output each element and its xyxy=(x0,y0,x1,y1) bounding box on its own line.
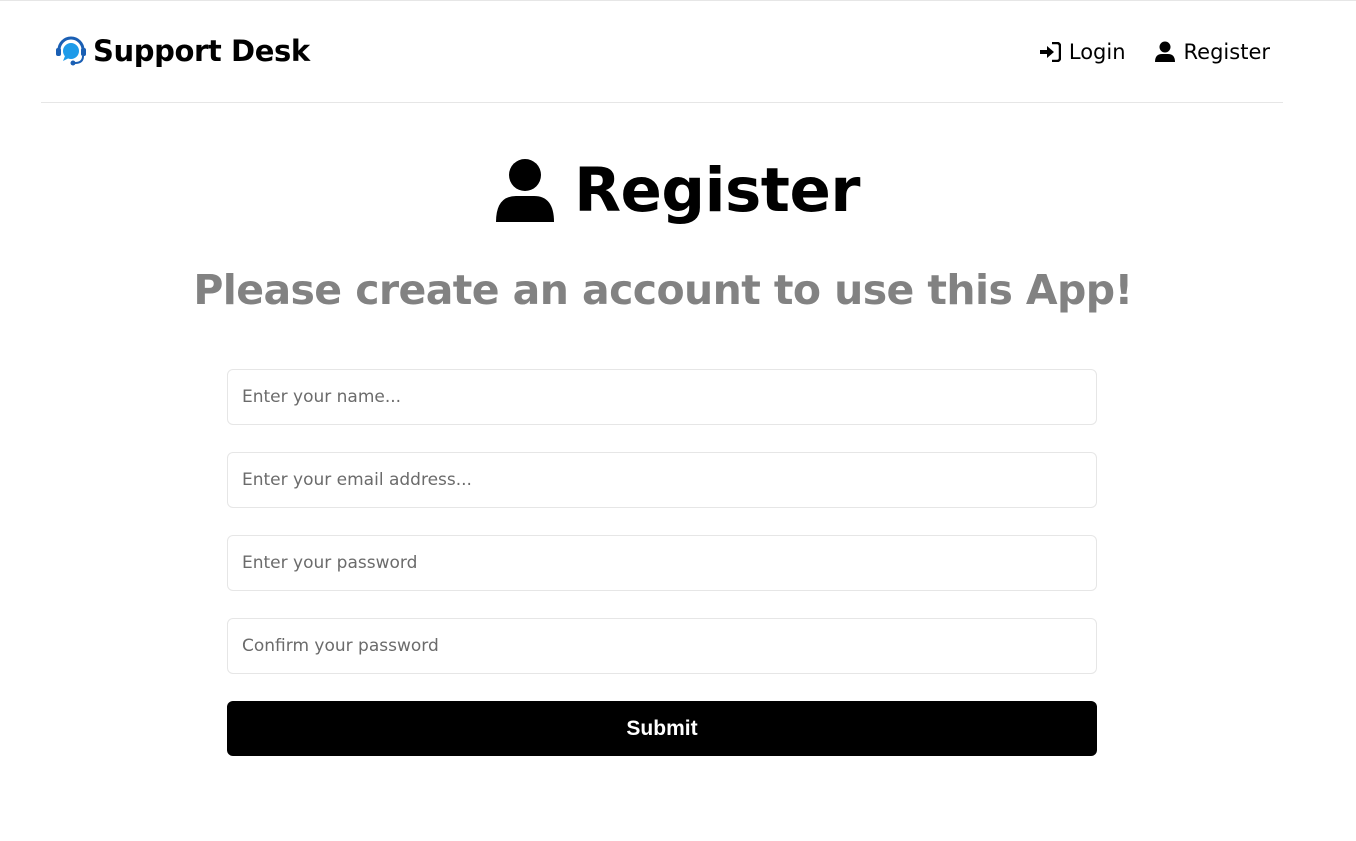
password-input[interactable] xyxy=(227,535,1097,591)
user-icon xyxy=(1154,41,1176,63)
sign-in-icon xyxy=(1039,41,1061,63)
email-input[interactable] xyxy=(227,452,1097,508)
page-heading: Register xyxy=(0,146,1356,236)
confirm-password-input[interactable] xyxy=(227,618,1097,674)
nav-login-label: Login xyxy=(1068,40,1126,64)
support-headset-icon xyxy=(53,33,89,69)
nav-register-label: Register xyxy=(1183,40,1270,64)
page-subtitle: Please create an account to use this App… xyxy=(193,266,1133,314)
name-input[interactable] xyxy=(227,369,1097,425)
page-title: Register xyxy=(574,155,860,226)
nav-register-link[interactable]: Register xyxy=(1154,40,1270,64)
user-icon xyxy=(496,158,555,224)
register-form: Submit xyxy=(227,369,1097,756)
nav-login-link[interactable]: Login xyxy=(1039,40,1126,64)
main-nav: Login Register xyxy=(1039,35,1270,69)
app-header: Support Desk Login Register xyxy=(41,1,1283,103)
submit-button[interactable]: Submit xyxy=(227,701,1097,756)
brand-link[interactable]: Support Desk xyxy=(53,31,310,71)
brand-name: Support Desk xyxy=(93,34,310,68)
